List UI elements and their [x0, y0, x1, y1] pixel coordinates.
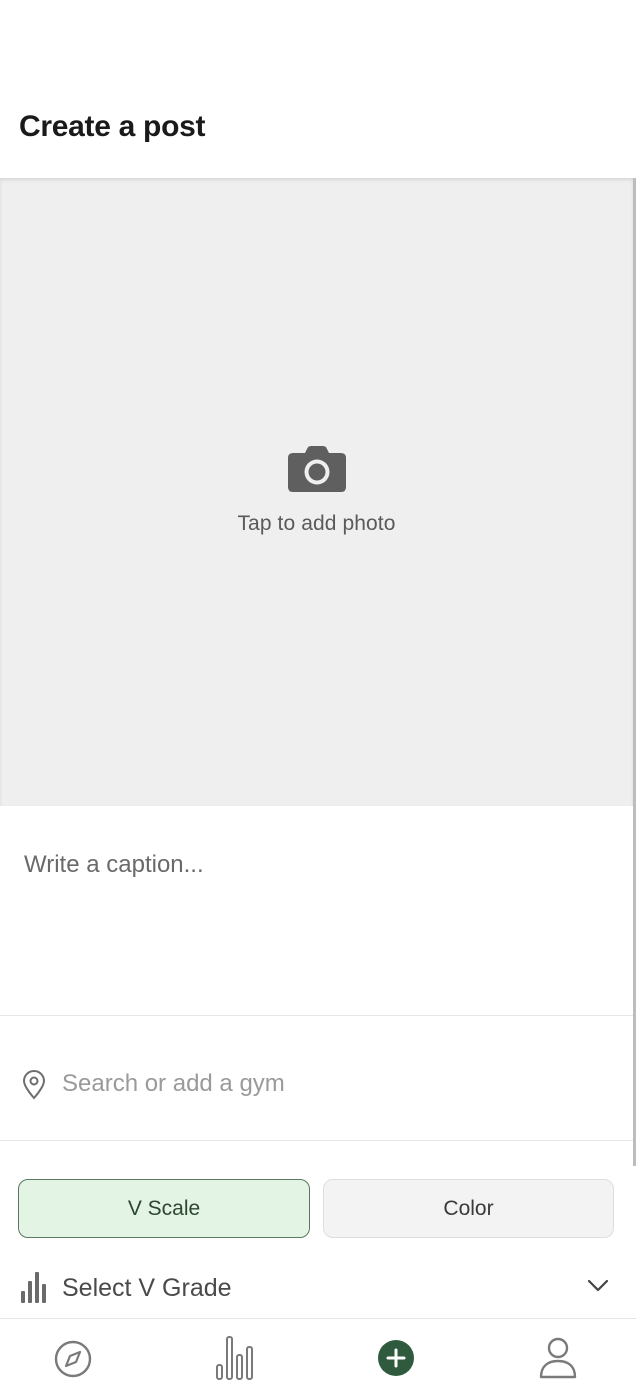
color-label: Color: [443, 1196, 494, 1220]
nav-stats[interactable]: [195, 1319, 275, 1394]
v-scale-label: V Scale: [127, 1196, 201, 1220]
camera-icon: [287, 446, 346, 492]
gym-search-input[interactable]: [62, 1066, 602, 1102]
add-photo-label: Tap to add photo: [237, 512, 396, 535]
person-icon: [539, 1337, 577, 1379]
grade-select-label: Select V Grade: [62, 1274, 232, 1302]
bar-chart-icon: [216, 1336, 253, 1380]
chevron-down-icon: [587, 1279, 609, 1292]
add-photo-area[interactable]: Tap to add photo: [0, 178, 633, 806]
compass-icon: [54, 1340, 92, 1378]
grade-select-dropdown[interactable]: Select V Grade: [0, 1262, 633, 1316]
gym-search-row[interactable]: [0, 1016, 633, 1140]
divider: [0, 1140, 633, 1141]
nav-explore[interactable]: [33, 1319, 113, 1394]
map-pin-icon: [22, 1070, 46, 1100]
create-post-screen: Create a post Tap to add photo V Scale C…: [0, 0, 636, 1394]
color-button[interactable]: Color: [323, 1179, 614, 1238]
bar-chart-icon: [21, 1272, 46, 1303]
plus-circle-icon: [378, 1340, 414, 1376]
caption-input[interactable]: [0, 806, 633, 1015]
page-title: Create a post: [19, 110, 206, 143]
v-scale-button[interactable]: V Scale: [18, 1179, 310, 1238]
header: Create a post: [0, 0, 636, 178]
bottom-nav: [0, 1318, 636, 1394]
nav-profile[interactable]: [518, 1319, 598, 1394]
add-photo-prompt: Tap to add photo: [0, 446, 633, 536]
nav-create[interactable]: [356, 1319, 436, 1394]
